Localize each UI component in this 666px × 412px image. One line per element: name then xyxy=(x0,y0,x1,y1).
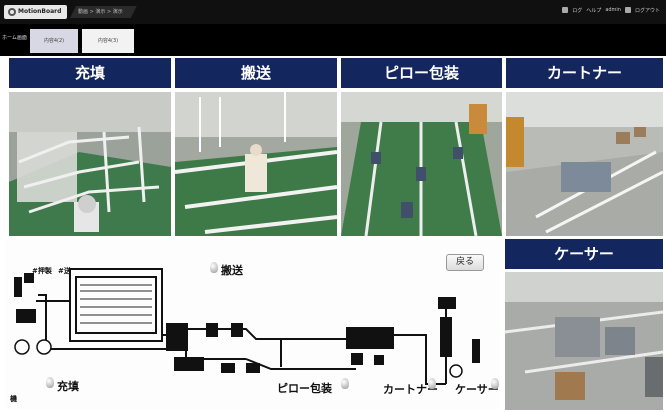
back-button[interactable]: 戻る xyxy=(446,254,484,271)
app-top-bar: MotionBoard 動画 > 演示 > 演示 ログ ヘルプ admin ログ… xyxy=(0,0,666,24)
top-right-menu: ログ ヘルプ admin ログアウト xyxy=(562,7,660,14)
user-icon[interactable] xyxy=(562,7,569,13)
camera-feed-filling-image xyxy=(9,92,171,236)
diagram-label-filling: 充填 xyxy=(57,380,79,393)
camera-marker-conveying-icon[interactable] xyxy=(210,262,218,273)
tab-content-2[interactable]: 内容4(2) xyxy=(30,29,78,53)
tab-home[interactable]: ホーム画面 xyxy=(2,34,27,41)
diagram-label-pillow-packing: ピロー包装 xyxy=(277,382,332,395)
top-menu-item-log[interactable]: ログ xyxy=(572,7,582,14)
camera-view-pillow-packing[interactable] xyxy=(341,92,502,236)
camera-marker-pillow-packing-icon[interactable] xyxy=(341,378,349,389)
app-logo[interactable]: MotionBoard xyxy=(4,5,68,19)
diagram-label-machine: 機 xyxy=(10,395,17,403)
camera-header-pillow-packing: ピロー包装 xyxy=(341,58,502,88)
tab-content-3[interactable]: 内容4(3) xyxy=(82,29,134,53)
camera-marker-cartoner-icon[interactable] xyxy=(428,378,436,389)
diagram-label-press: #押製 xyxy=(32,267,52,275)
diagram-label-feed: #送 xyxy=(58,267,71,275)
camera-header-caser: ケーサー xyxy=(505,239,663,269)
camera-view-cartoner[interactable] xyxy=(506,92,663,236)
camera-marker-filling-icon[interactable] xyxy=(46,377,54,388)
settings-icon[interactable] xyxy=(624,7,631,13)
camera-feed-caser-image xyxy=(505,272,663,410)
camera-view-filling[interactable] xyxy=(9,92,171,236)
top-menu-item-help[interactable]: ヘルプ xyxy=(586,7,601,14)
tab-strip: ホーム画面 内容4(2) 内容4(3) xyxy=(0,24,666,56)
logo-text: MotionBoard xyxy=(18,8,62,15)
camera-header-cartoner: カートナー xyxy=(506,58,663,88)
top-menu-item-logout[interactable]: ログアウト xyxy=(635,7,660,14)
camera-marker-caser-icon[interactable] xyxy=(491,378,499,389)
camera-view-caser[interactable] xyxy=(505,272,663,410)
logo-mark-icon xyxy=(8,7,16,16)
camera-view-conveying[interactable] xyxy=(175,92,337,236)
breadcrumb[interactable]: 動画 > 演示 > 演示 xyxy=(70,6,137,18)
camera-feed-conveying-image xyxy=(175,92,337,236)
camera-feed-cartoner-image xyxy=(506,92,663,236)
camera-header-conveying: 搬送 xyxy=(175,58,337,88)
camera-header-filling: 充填 xyxy=(9,58,171,88)
camera-feed-pillow-packing-image xyxy=(341,92,502,236)
diagram-label-conveying: 搬送 xyxy=(221,264,243,277)
top-menu-item-user[interactable]: admin xyxy=(605,7,621,14)
